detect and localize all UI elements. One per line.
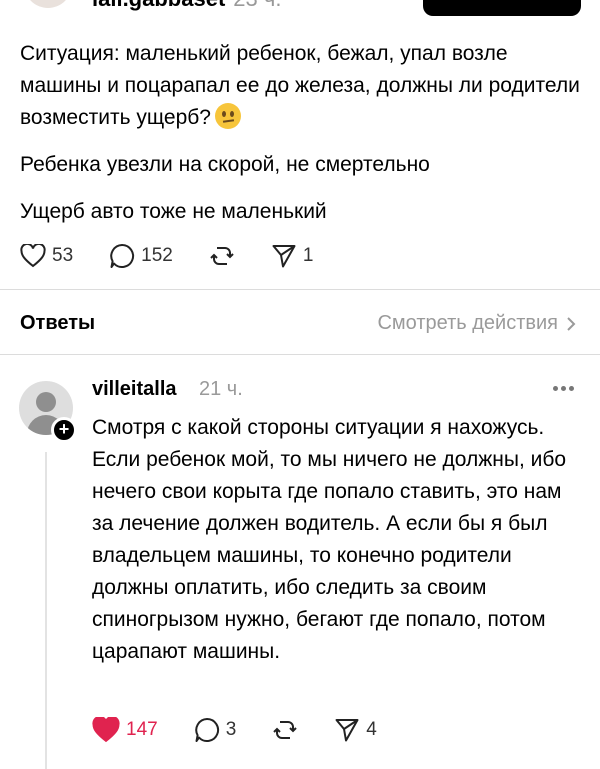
comment-like-count: 147 [126,719,158,740]
comment-repost-button[interactable] [272,717,298,743]
thread-line [45,452,47,769]
share-count: 1 [302,245,314,266]
post-paragraph-1: Ситуация: маленький ребенок, бежал, упал… [20,42,580,129]
comment-share-count: 4 [366,719,377,740]
comment-like-button[interactable]: 147 [92,717,158,743]
share-button[interactable]: 1 [271,243,314,269]
post-actions: 53 152 1 [20,243,349,269]
post-paragraph-3: Ущерб авто тоже не маленький [20,200,327,223]
reply-button[interactable]: 152 [109,243,173,269]
comment-icon [195,717,219,742]
author-header[interactable]: lall.gabbaset 23 ч. [92,0,281,12]
comment-reply-count: 3 [225,719,237,740]
divider [0,289,600,290]
answers-title: Ответы [20,312,96,334]
author-avatar[interactable] [24,0,72,8]
see-actions-link[interactable]: Смотреть действия [377,312,576,335]
follow-button[interactable] [423,0,581,16]
heart-filled-icon [92,717,120,743]
comment-share-button[interactable]: 4 [334,717,377,743]
repost-icon [210,247,234,265]
comment-text: Смотря с какой стороны ситуации я нахожу… [92,416,567,663]
repost-button[interactable] [209,243,235,269]
chevron-right-icon [567,316,576,331]
post-time: 23 ч. [233,0,281,11]
comment-username[interactable]: villeitalla [92,378,177,401]
send-icon [272,245,296,268]
follow-plus-icon[interactable]: + [51,417,77,443]
heart-icon [20,244,46,268]
divider [0,354,600,355]
comment-icon [110,243,135,268]
like-count: 53 [52,245,74,266]
send-icon [335,719,359,742]
post-paragraph-2: Ребенка увезли на скорой, не смертельно [20,153,430,176]
repost-icon [273,721,297,739]
raised-eyebrow-emoji-icon [214,103,241,129]
more-options-icon[interactable] [553,386,577,391]
like-button[interactable]: 53 [20,244,73,268]
comment-time: 21 ч. [199,378,243,400]
comment-reply-button[interactable]: 3 [194,717,237,743]
comment-actions: 147 3 4 [92,717,413,743]
author-username[interactable]: lall.gabbaset [92,0,225,11]
reply-count: 152 [141,245,173,266]
see-actions-label: Смотреть действия [377,312,558,334]
post-body: Ситуация: маленький ребенок, бежал, упал… [20,38,580,243]
